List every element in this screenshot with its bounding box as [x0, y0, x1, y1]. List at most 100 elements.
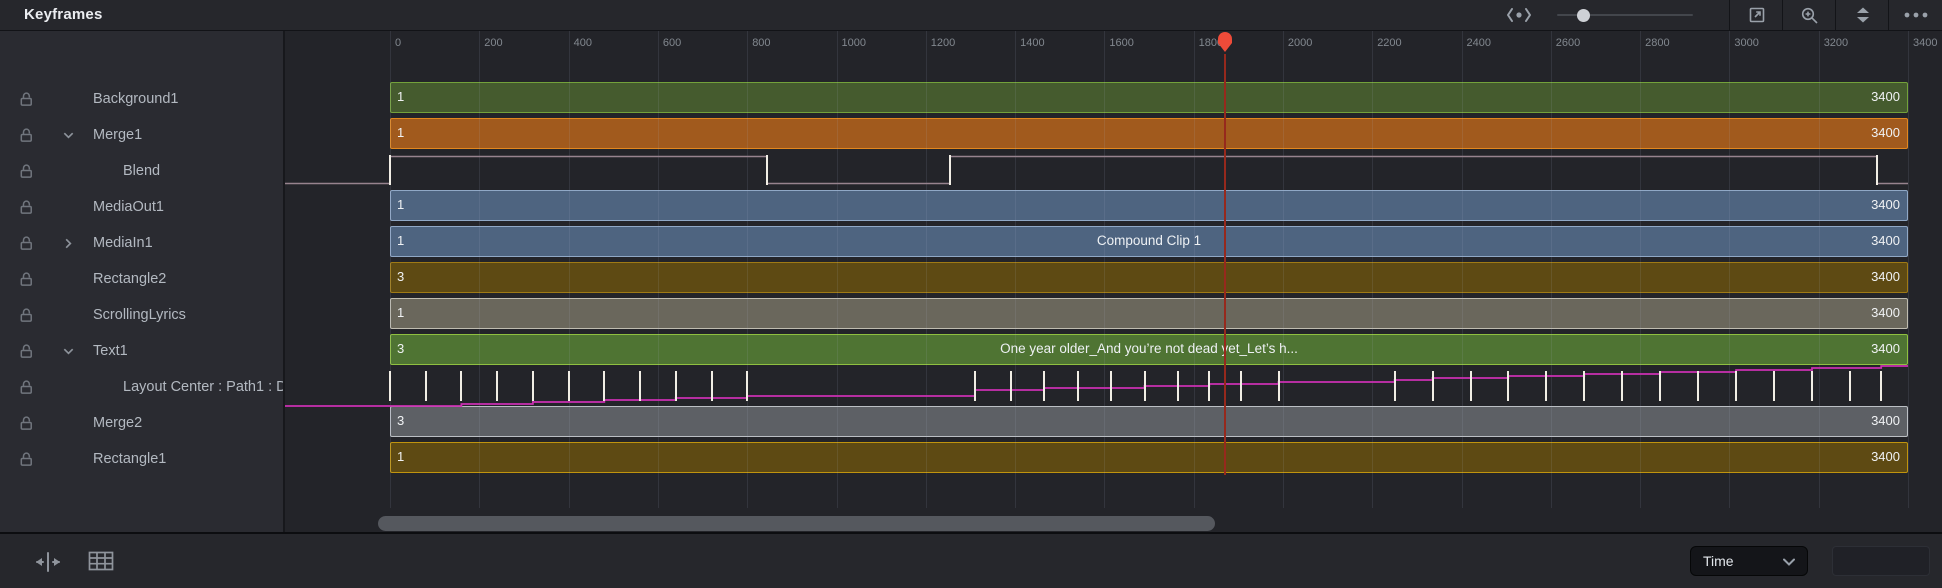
- track-bar[interactable]: 3 3400: [390, 262, 1908, 293]
- keyframe-tick[interactable]: [1208, 370, 1211, 401]
- track-name[interactable]: Rectangle1: [93, 451, 166, 467]
- unlock-icon[interactable]: [18, 163, 35, 185]
- track-name[interactable]: Rectangle2: [93, 271, 166, 287]
- track-bar[interactable]: 1 3400: [390, 118, 1908, 149]
- track-row[interactable]: Merge1: [0, 118, 283, 154]
- keyframe-tick[interactable]: [1697, 370, 1700, 401]
- chevron-down-icon[interactable]: [62, 129, 75, 147]
- track-name[interactable]: ScrollingLyrics: [93, 307, 186, 323]
- split-view-icon[interactable]: [34, 551, 62, 578]
- keyframe-tick[interactable]: [496, 370, 499, 401]
- keyframe-tick[interactable]: [1110, 370, 1112, 401]
- popout-button[interactable]: [1729, 0, 1783, 30]
- track-name[interactable]: Background1: [93, 91, 178, 107]
- track-row[interactable]: Blend: [0, 154, 283, 190]
- track-bar[interactable]: 1 3400: [390, 190, 1908, 221]
- track-name[interactable]: Layout Center : Path1 : Dis: [123, 379, 283, 395]
- keyframe-tick[interactable]: [567, 370, 570, 401]
- keyframe-tick[interactable]: [1043, 370, 1046, 401]
- zoom-in-button[interactable]: [1782, 0, 1836, 30]
- unlock-icon[interactable]: [18, 199, 35, 221]
- keyframe-tick[interactable]: [1811, 370, 1813, 401]
- horizontal-scrollbar-thumb[interactable]: [378, 516, 1215, 531]
- value-field[interactable]: [1832, 546, 1930, 576]
- track-name[interactable]: Text1: [93, 343, 128, 359]
- keyframe-tick[interactable]: [1143, 370, 1146, 401]
- track-row[interactable]: Rectangle1: [0, 442, 283, 478]
- keyframe-tick[interactable]: [766, 154, 769, 185]
- bar-end-frame: 3400: [1871, 197, 1900, 212]
- spreadsheet-icon[interactable]: [88, 551, 114, 576]
- unlock-icon[interactable]: [18, 127, 35, 149]
- unlock-icon[interactable]: [18, 91, 35, 113]
- keyframe-tick[interactable]: [1009, 370, 1012, 401]
- keyframe-tick[interactable]: [389, 370, 391, 401]
- keyframe-tick[interactable]: [639, 370, 641, 401]
- keyframe-tick[interactable]: [1545, 370, 1548, 401]
- keyframe-tick[interactable]: [1875, 154, 1878, 185]
- track-name[interactable]: Merge2: [93, 415, 142, 431]
- keyframe-tick[interactable]: [949, 154, 952, 185]
- track-name[interactable]: Merge1: [93, 127, 142, 143]
- track-row[interactable]: Text1: [0, 334, 283, 370]
- options-menu-button[interactable]: [1888, 0, 1942, 30]
- unlock-icon[interactable]: [18, 343, 35, 365]
- track-bar[interactable]: 1 3400: [390, 298, 1908, 329]
- spline-handles-icon[interactable]: [1502, 0, 1536, 30]
- keyframe-tick[interactable]: [460, 370, 463, 401]
- keyframe-tick[interactable]: [1177, 370, 1179, 401]
- keyframe-tick[interactable]: [746, 370, 749, 401]
- keyframe-tick[interactable]: [531, 370, 534, 401]
- track-bar[interactable]: 1 3400: [390, 442, 1908, 473]
- unlock-icon[interactable]: [18, 451, 35, 473]
- keyframe-tick[interactable]: [424, 370, 427, 401]
- unlock-icon[interactable]: [18, 307, 35, 329]
- track-row[interactable]: MediaIn1: [0, 226, 283, 262]
- keyframe-tick[interactable]: [1849, 370, 1851, 401]
- track-name[interactable]: Blend: [123, 163, 160, 179]
- zoom-slider-knob[interactable]: [1577, 9, 1590, 22]
- keyframe-tick[interactable]: [1277, 370, 1280, 401]
- playhead-pin[interactable]: [1216, 31, 1234, 59]
- keyframe-tick[interactable]: [1735, 370, 1738, 401]
- keyframe-tick[interactable]: [1621, 370, 1624, 401]
- unlock-icon[interactable]: [18, 235, 35, 257]
- keyframe-tick[interactable]: [674, 370, 677, 401]
- keyframe-tick[interactable]: [1393, 370, 1396, 401]
- keyframe-tick[interactable]: [973, 370, 976, 401]
- chevron-down-icon[interactable]: [62, 345, 75, 363]
- keyframe-tick[interactable]: [1076, 370, 1079, 401]
- keyframe-tick[interactable]: [710, 370, 713, 401]
- track-row[interactable]: Merge2: [0, 406, 283, 442]
- keyframe-tick[interactable]: [603, 370, 606, 401]
- keyframe-tick[interactable]: [1431, 370, 1434, 401]
- track-row[interactable]: Rectangle2: [0, 262, 283, 298]
- keyframe-tick[interactable]: [1239, 370, 1242, 401]
- unlock-icon[interactable]: [18, 415, 35, 437]
- keyframe-tick[interactable]: [389, 154, 391, 185]
- chevron-right-icon[interactable]: [62, 237, 75, 255]
- track-row[interactable]: ScrollingLyrics: [0, 298, 283, 334]
- track-bar[interactable]: 3 3400: [390, 406, 1908, 437]
- unlock-icon[interactable]: [18, 379, 35, 401]
- bar-end-frame: 3400: [1871, 89, 1900, 104]
- keyframe-tick[interactable]: [1583, 370, 1586, 401]
- keyframe-tick[interactable]: [1469, 370, 1472, 401]
- track-name[interactable]: MediaOut1: [93, 199, 164, 215]
- track-row[interactable]: Layout Center : Path1 : Dis: [0, 370, 283, 406]
- track-bar[interactable]: 3 One year older_And you’re not dead yet_…: [390, 334, 1908, 365]
- keyframe-tick[interactable]: [1659, 370, 1662, 401]
- keyframe-tick[interactable]: [1773, 370, 1776, 401]
- unlock-icon[interactable]: [18, 271, 35, 293]
- track-bar[interactable]: 1 3400: [390, 82, 1908, 113]
- track-row[interactable]: MediaOut1: [0, 190, 283, 226]
- mode-dropdown[interactable]: Time: [1690, 546, 1808, 576]
- track-row[interactable]: Background1: [0, 82, 283, 118]
- track-name[interactable]: MediaIn1: [93, 235, 153, 251]
- timeline-graph[interactable]: 0 200 400 600 800 1000 1200 1400 1600 1800 2000 220…: [285, 30, 1942, 588]
- keyframe-tick[interactable]: [1880, 370, 1883, 401]
- track-bar[interactable]: 1 Compound Clip 1 3400: [390, 226, 1908, 257]
- zoom-slider[interactable]: [1552, 0, 1698, 30]
- keyframe-tick[interactable]: [1507, 370, 1510, 401]
- fit-vertical-button[interactable]: [1835, 0, 1889, 30]
